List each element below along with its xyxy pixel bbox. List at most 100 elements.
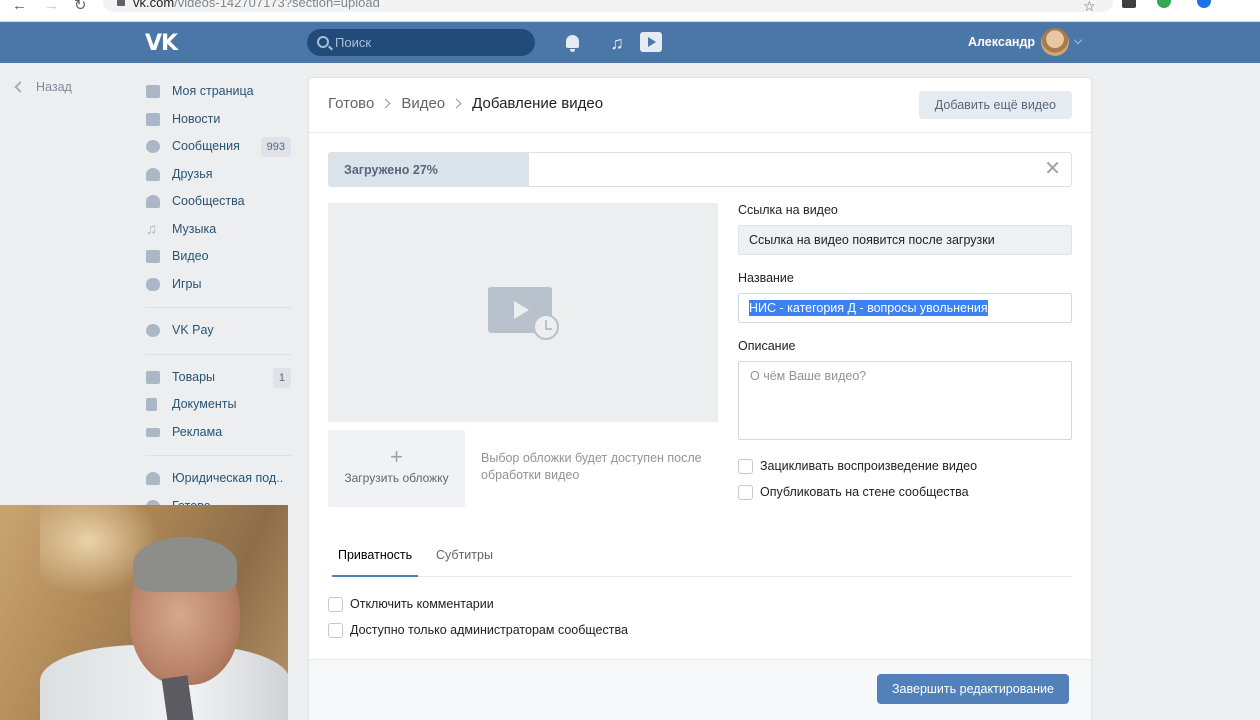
- description-label: Описание: [738, 339, 796, 353]
- friends-icon: [146, 167, 160, 181]
- sidebar-item-label: Видео: [172, 249, 209, 263]
- sidebar-item-label: Моя страница: [172, 84, 254, 98]
- music-icon: ♫: [146, 220, 158, 238]
- vk-logo[interactable]: VK: [145, 31, 178, 56]
- profile-icon[interactable]: [1197, 0, 1211, 8]
- groups-icon: [146, 195, 160, 208]
- card-footer: Завершить редактирование: [309, 659, 1091, 720]
- sidebar-item-label: Игры: [172, 276, 202, 291]
- address-bar[interactable]: vk.com/videos-142707173?section=upload: [103, 0, 1113, 12]
- sidebar-item-label: Документы: [172, 397, 237, 411]
- disable-comments-label: Отключить комментарии: [350, 597, 494, 611]
- search-input[interactable]: [335, 29, 525, 56]
- sidebar-item-goods[interactable]: Товары 1: [145, 364, 295, 392]
- chevron-left-icon: [14, 81, 26, 93]
- chevron-down-icon[interactable]: [1073, 35, 1083, 45]
- menu-divider: [145, 353, 291, 355]
- extension-green-icon[interactable]: [1157, 0, 1171, 8]
- url-path: /videos-142707173?section=upload: [174, 0, 380, 10]
- sidebar-item-label: Товары: [172, 369, 215, 384]
- tab-subtitles[interactable]: Субтитры: [430, 548, 499, 577]
- header-divider: [309, 132, 1091, 133]
- admins-only-label: Доступно только администраторам сообщест…: [350, 623, 628, 637]
- sidebar-item-friends[interactable]: Друзья: [145, 161, 295, 189]
- sidebar-item-label: Друзья: [172, 166, 213, 181]
- add-more-video-button[interactable]: Добавить ещё видео: [918, 91, 1072, 119]
- sidebar-item-label: Реклама: [172, 424, 223, 439]
- chevron-right-icon: [380, 98, 391, 109]
- extension-icon[interactable]: [1122, 0, 1136, 8]
- user-name[interactable]: Александр: [968, 35, 1035, 49]
- forward-arrow-icon[interactable]: →: [44, 0, 59, 13]
- title-field-value: НИС - категория Д - вопросы увольнения: [749, 300, 988, 316]
- sidebar-item-label: Сообщества: [172, 194, 245, 208]
- browser-toolbar: ← → ↻ vk.com/videos-142707173?section=up…: [0, 0, 1260, 22]
- video-link-label: Ссылка на видео: [738, 203, 838, 217]
- checkbox-icon[interactable]: [328, 597, 343, 612]
- vkpay-icon: [146, 324, 160, 337]
- title-label: Название: [738, 271, 794, 285]
- search-icon: [317, 36, 329, 48]
- checkbox-icon[interactable]: [328, 623, 343, 638]
- tab-privacy[interactable]: Приватность: [332, 548, 419, 577]
- title-field[interactable]: НИС - категория Д - вопросы увольнения: [738, 293, 1072, 323]
- sidebar-item-news[interactable]: Новости: [145, 106, 295, 134]
- upload-cover-button[interactable]: + Загрузить обложку: [328, 430, 465, 507]
- description-field[interactable]: [738, 361, 1072, 440]
- music-note-icon[interactable]: ♫: [607, 33, 627, 53]
- breadcrumb: Готово Видео Добавление видео: [328, 95, 603, 112]
- home-icon: [146, 85, 160, 98]
- sidebar-item-label: Музыка: [172, 221, 217, 236]
- disable-comments-checkbox[interactable]: Отключить комментарии: [328, 597, 494, 612]
- upload-progress-bar: Загружено 27% ✕: [328, 152, 1072, 187]
- lock-icon: [117, 0, 125, 6]
- plus-icon: +: [390, 444, 403, 469]
- publish-wall-checkbox[interactable]: Опубликовать на стене сообщества: [738, 485, 969, 500]
- sidebar-item-games[interactable]: Игры: [145, 271, 295, 299]
- sidebar-item-my-page[interactable]: Моя страница: [145, 78, 295, 106]
- group-icon: [146, 472, 160, 485]
- breadcrumb-video[interactable]: Видео: [401, 95, 445, 112]
- video-preview: [328, 203, 718, 422]
- cover-hint: Выбор обложки будет доступен после обраб…: [481, 451, 702, 482]
- admins-only-checkbox[interactable]: Доступно только администраторам сообщест…: [328, 623, 628, 638]
- sidebar-item-label: Сообщения: [172, 139, 240, 153]
- sidebar-item-group[interactable]: Юридическая под..: [145, 465, 295, 493]
- search-box[interactable]: [307, 29, 535, 56]
- checkbox-icon[interactable]: [738, 485, 753, 500]
- video-icon: [146, 250, 160, 263]
- messages-icon: [146, 140, 160, 153]
- upload-cover-label: Загрузить обложку: [344, 471, 449, 485]
- sidebar-item-documents[interactable]: Документы: [145, 391, 295, 419]
- back-label: Назад: [36, 80, 72, 94]
- sidebar-item-vkpay[interactable]: VK Pay: [145, 317, 295, 345]
- games-icon: [146, 277, 160, 291]
- webcam-person-hair: [133, 537, 237, 592]
- settings-tabs: Приватность Субтитры: [332, 539, 1072, 577]
- messages-count-badge: 993: [260, 137, 291, 157]
- clock-icon: [533, 314, 559, 340]
- back-link[interactable]: Назад: [14, 80, 72, 94]
- sidebar-item-groups[interactable]: Сообщества: [145, 188, 295, 216]
- menu-divider: [145, 455, 291, 456]
- player-icon[interactable]: [640, 32, 662, 52]
- close-icon[interactable]: ✕: [1044, 159, 1061, 179]
- notifications-bell-icon[interactable]: [563, 33, 583, 53]
- bookmark-star-icon[interactable]: ☆: [1083, 0, 1096, 13]
- finish-editing-button[interactable]: Завершить редактирование: [876, 674, 1069, 704]
- loop-video-checkbox[interactable]: Зацикливать воспроизведение видео: [738, 459, 977, 474]
- video-link-field[interactable]: Ссылка на видео появится после загрузки: [738, 225, 1072, 255]
- sidebar-item-messages[interactable]: Сообщения 993: [145, 133, 295, 161]
- side-menu: Моя страница Новости Сообщения 993 Друзья…: [145, 78, 295, 520]
- sidebar-item-video[interactable]: Видео: [145, 243, 295, 271]
- page-title: Добавление видео: [472, 95, 604, 112]
- sidebar-item-music[interactable]: ♫ Музыка: [145, 216, 295, 244]
- breadcrumb-done[interactable]: Готово: [328, 95, 374, 112]
- avatar[interactable]: [1041, 28, 1069, 56]
- sidebar-item-ads[interactable]: Реклама: [145, 419, 295, 447]
- reload-icon[interactable]: ↻: [74, 0, 87, 13]
- checkbox-icon[interactable]: [738, 459, 753, 474]
- back-arrow-icon[interactable]: ←: [12, 0, 27, 13]
- publish-wall-label: Опубликовать на стене сообщества: [760, 485, 969, 499]
- video-upload-card: Готово Видео Добавление видео Добавить ещё…: [309, 78, 1091, 720]
